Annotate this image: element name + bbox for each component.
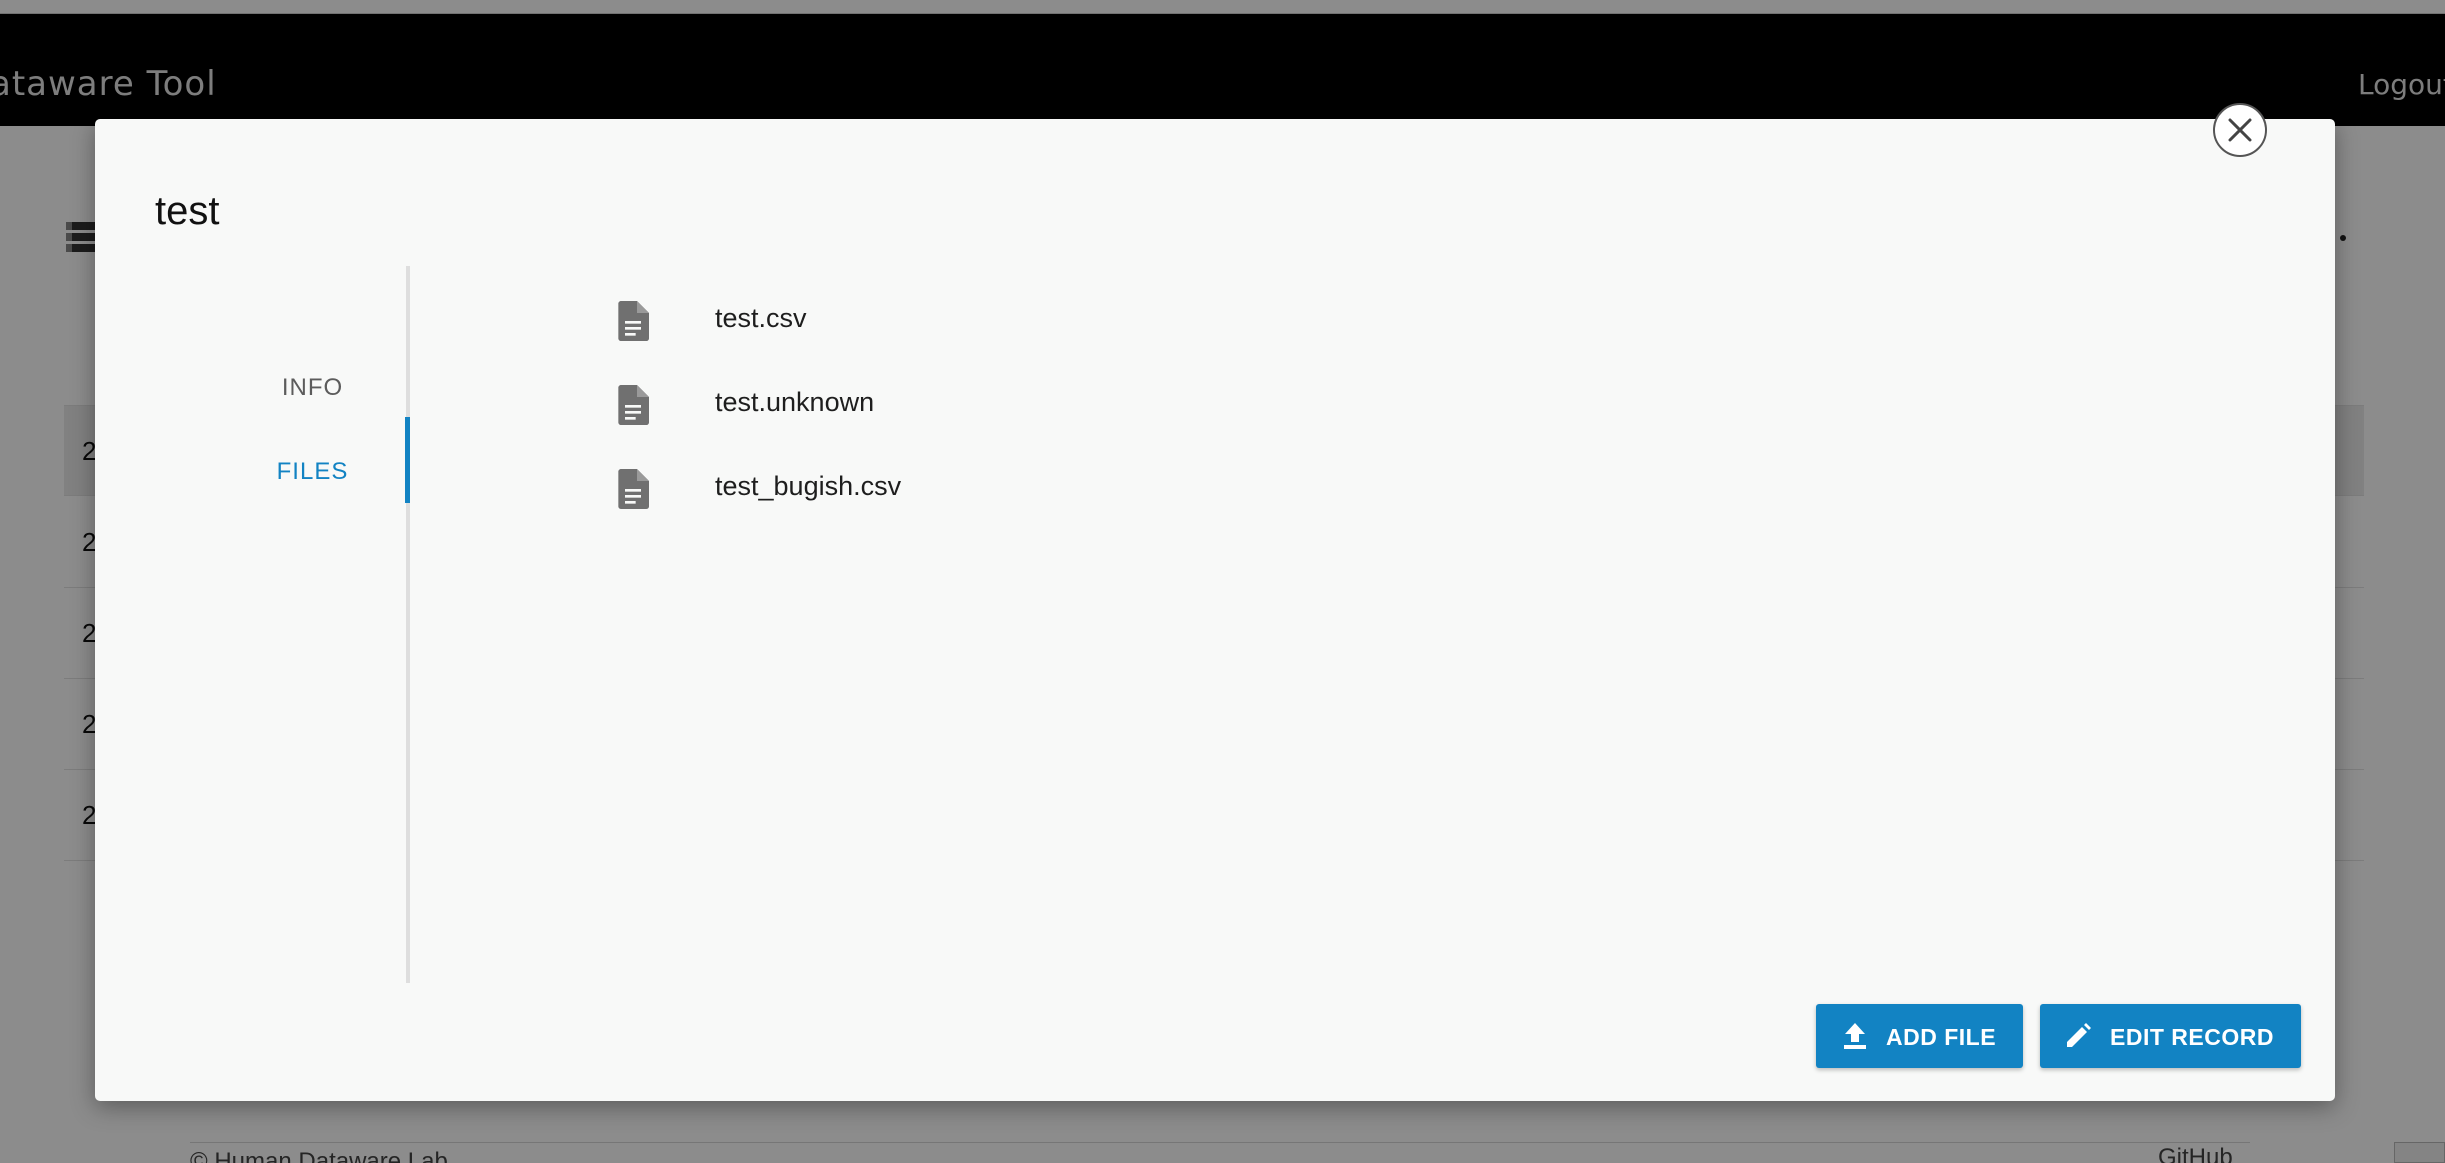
record-modal: test INFO FILES test.csv test.unknown te… (95, 119, 2335, 1101)
upload-icon (1842, 1022, 1868, 1056)
edit-record-button[interactable]: EDIT RECORD (2040, 1004, 2301, 1068)
file-list-item[interactable]: test_bugish.csv (617, 457, 1517, 517)
file-list-item[interactable]: test.unknown (617, 373, 1517, 433)
modal-title: test (155, 189, 220, 233)
edit-record-label: EDIT RECORD (2110, 1024, 2274, 1050)
file-document-icon (617, 469, 649, 514)
tab-info[interactable]: INFO (215, 346, 410, 430)
file-list-item[interactable]: test.csv (617, 289, 1517, 349)
pencil-icon (2064, 1022, 2092, 1056)
add-file-button[interactable]: ADD FILE (1816, 1004, 2023, 1068)
file-name: test.csv (715, 303, 807, 333)
add-file-label: ADD FILE (1886, 1024, 1997, 1050)
file-name: test_bugish.csv (715, 471, 902, 501)
file-document-icon (617, 385, 649, 430)
vertical-tabs: INFO FILES (215, 266, 410, 983)
active-tab-indicator (405, 417, 410, 503)
file-name: test.unknown (715, 387, 875, 417)
file-document-icon (617, 301, 649, 346)
close-modal-button[interactable] (2213, 103, 2267, 157)
tab-files[interactable]: FILES (215, 430, 410, 514)
